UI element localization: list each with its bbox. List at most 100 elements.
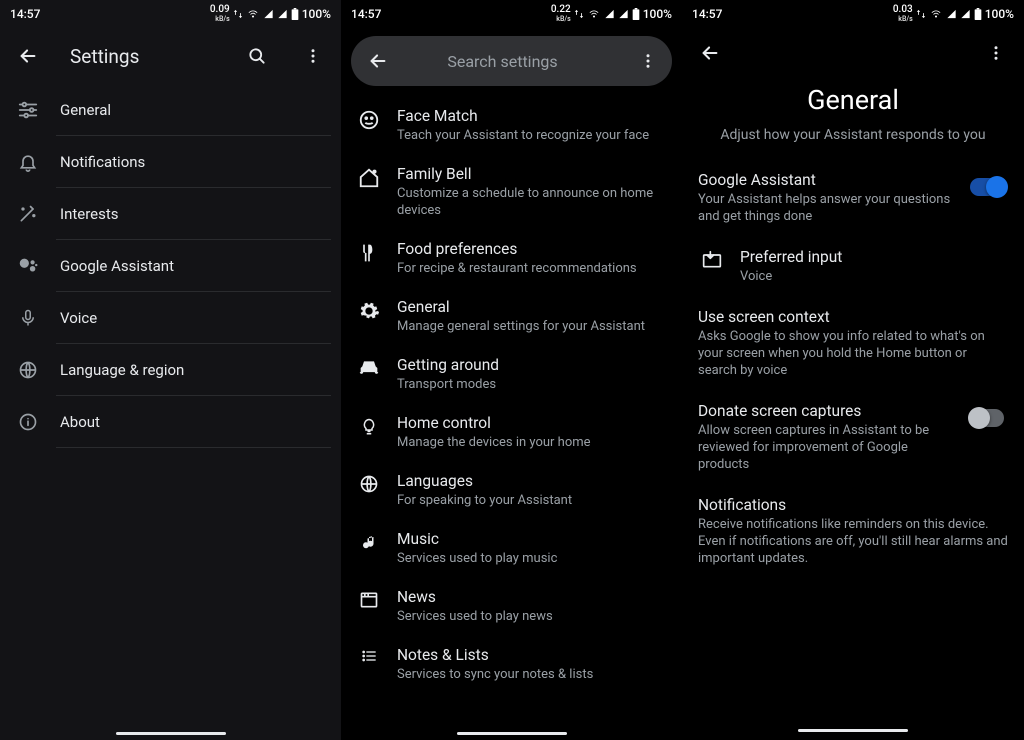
overflow-button[interactable] [630, 43, 666, 79]
item-donate-captures[interactable]: Donate screen capturesAllow screen captu… [682, 390, 1024, 484]
item-getting-around[interactable]: Getting aroundTransport modes [341, 345, 682, 403]
input-icon [698, 250, 726, 270]
item-sub: Voice [740, 268, 1008, 285]
page-title: Settings [70, 45, 221, 68]
item-assistant[interactable]: Google Assistant [0, 240, 341, 291]
nav-pill [116, 732, 226, 735]
item-sub: For recipe & restaurant recommendations [397, 260, 666, 277]
list-icon [355, 648, 383, 664]
item-language[interactable]: Language & region [0, 344, 341, 395]
item-preferred-input[interactable]: Preferred inputVoice [682, 236, 1024, 296]
appbar [682, 28, 1024, 78]
item-title: Food preferences [397, 239, 666, 259]
nav-bar[interactable] [341, 726, 682, 740]
item-family-bell[interactable]: Family BellCustomize a schedule to annou… [341, 154, 682, 229]
item-title: Getting around [397, 355, 666, 375]
item-title: Music [397, 529, 666, 549]
car-icon [355, 358, 383, 378]
phone-general: 14:57 0.03kB/s 100% General Adjust how y… [682, 0, 1024, 740]
search-icon [247, 46, 267, 66]
item-news[interactable]: NewsServices used to play news [341, 577, 682, 635]
wifi-icon [929, 9, 943, 19]
item-title: Home control [397, 413, 666, 433]
overflow-button[interactable] [976, 33, 1016, 73]
search-bar[interactable]: Search settings [351, 36, 672, 86]
nav-bar[interactable] [682, 720, 1024, 740]
status-bar: 14:57 0.09kB/s 100% [0, 0, 341, 28]
swap-icon [233, 9, 243, 19]
overflow-button[interactable] [293, 36, 333, 76]
music-icon [355, 532, 383, 554]
item-sub: Asks Google to show you info related to … [698, 328, 1008, 379]
item-notifications[interactable]: Notifications [0, 136, 341, 187]
item-languages[interactable]: LanguagesFor speaking to your Assistant [341, 461, 682, 519]
back-button[interactable] [8, 36, 48, 76]
assistant-icon [16, 255, 40, 277]
signal-icon [604, 9, 615, 19]
item-screen-context[interactable]: Use screen contextAsks Google to show yo… [682, 296, 1024, 390]
item-title: Family Bell [397, 164, 666, 184]
item-label: Voice [60, 309, 97, 327]
item-sub: Allow screen captures in Assistant to be… [698, 422, 956, 473]
item-sub: Services used to play news [397, 608, 666, 625]
item-title: News [397, 587, 666, 607]
item-title: Languages [397, 471, 666, 491]
status-time: 14:57 [692, 7, 722, 21]
item-home-control[interactable]: Home controlManage the devices in your h… [341, 403, 682, 461]
page-header: General Adjust how your Assistant respon… [682, 78, 1024, 155]
back-button[interactable] [690, 33, 730, 73]
item-title: General [397, 297, 666, 317]
search-button[interactable] [237, 36, 277, 76]
more-vert-icon [987, 44, 1005, 62]
item-label: General [60, 101, 111, 119]
item-food[interactable]: Food preferencesFor recipe & restaurant … [341, 229, 682, 287]
gear-icon [355, 300, 383, 322]
item-interests[interactable]: Interests [0, 188, 341, 239]
item-title: Donate screen captures [698, 401, 956, 421]
arrow-left-icon [699, 42, 721, 64]
phone-assistant-settings: 14:57 0.22kB/s 100% Search settings [341, 0, 682, 740]
wifi-icon [587, 9, 601, 19]
signal-icon [946, 9, 957, 19]
battery-icon [632, 8, 640, 20]
item-notes[interactable]: Notes & ListsServices to sync your notes… [341, 635, 682, 693]
item-sub: Services used to play music [397, 550, 666, 567]
battery-pct: 100% [985, 7, 1014, 21]
wand-icon [16, 204, 40, 224]
item-face-match[interactable]: Face MatchTeach your Assistant to recogn… [341, 96, 682, 154]
bulb-icon [355, 416, 383, 438]
item-general[interactable]: General [0, 84, 341, 135]
item-notifications[interactable]: NotificationsReceive notifications like … [682, 484, 1024, 578]
status-right: 0.09kB/s 100% [210, 5, 331, 24]
item-music[interactable]: MusicServices used to play music [341, 519, 682, 577]
item-voice[interactable]: Voice [0, 292, 341, 343]
swap-icon [916, 9, 926, 19]
item-about[interactable]: About [0, 396, 341, 447]
status-time: 14:57 [351, 7, 381, 21]
swap-icon [574, 9, 584, 19]
cutlery-icon [355, 242, 383, 264]
status-bar: 14:57 0.03kB/s 100% [682, 0, 1024, 28]
toggle-assistant[interactable] [970, 178, 1004, 196]
item-sub: Transport modes [397, 376, 666, 393]
appbar: Settings [0, 28, 341, 84]
settings-list: General Notifications Interests Google A… [0, 84, 341, 448]
item-sub: Customize a schedule to announce on home… [397, 185, 666, 219]
signal-icon [960, 9, 971, 19]
nav-pill [457, 732, 567, 735]
general-list: Google AssistantYour Assistant helps ans… [682, 155, 1024, 582]
search-bar-wrap: Search settings [341, 28, 682, 90]
item-sub: Receive notifications like reminders on … [698, 516, 1008, 567]
status-bar: 14:57 0.22kB/s 100% [341, 0, 682, 28]
item-label: Notifications [60, 153, 145, 171]
phone-settings: 14:57 0.09kB/s 100% Settings [0, 0, 341, 740]
item-label: Language & region [60, 361, 184, 379]
search-placeholder: Search settings [385, 52, 620, 71]
toggle-donate[interactable] [970, 409, 1004, 427]
nav-bar[interactable] [0, 726, 341, 740]
item-general[interactable]: GeneralManage general settings for your … [341, 287, 682, 345]
assistant-settings-list[interactable]: Face MatchTeach your Assistant to recogn… [341, 90, 682, 693]
item-google-assistant[interactable]: Google AssistantYour Assistant helps ans… [682, 159, 1024, 236]
globe-icon [16, 360, 40, 380]
more-vert-icon [304, 47, 322, 65]
